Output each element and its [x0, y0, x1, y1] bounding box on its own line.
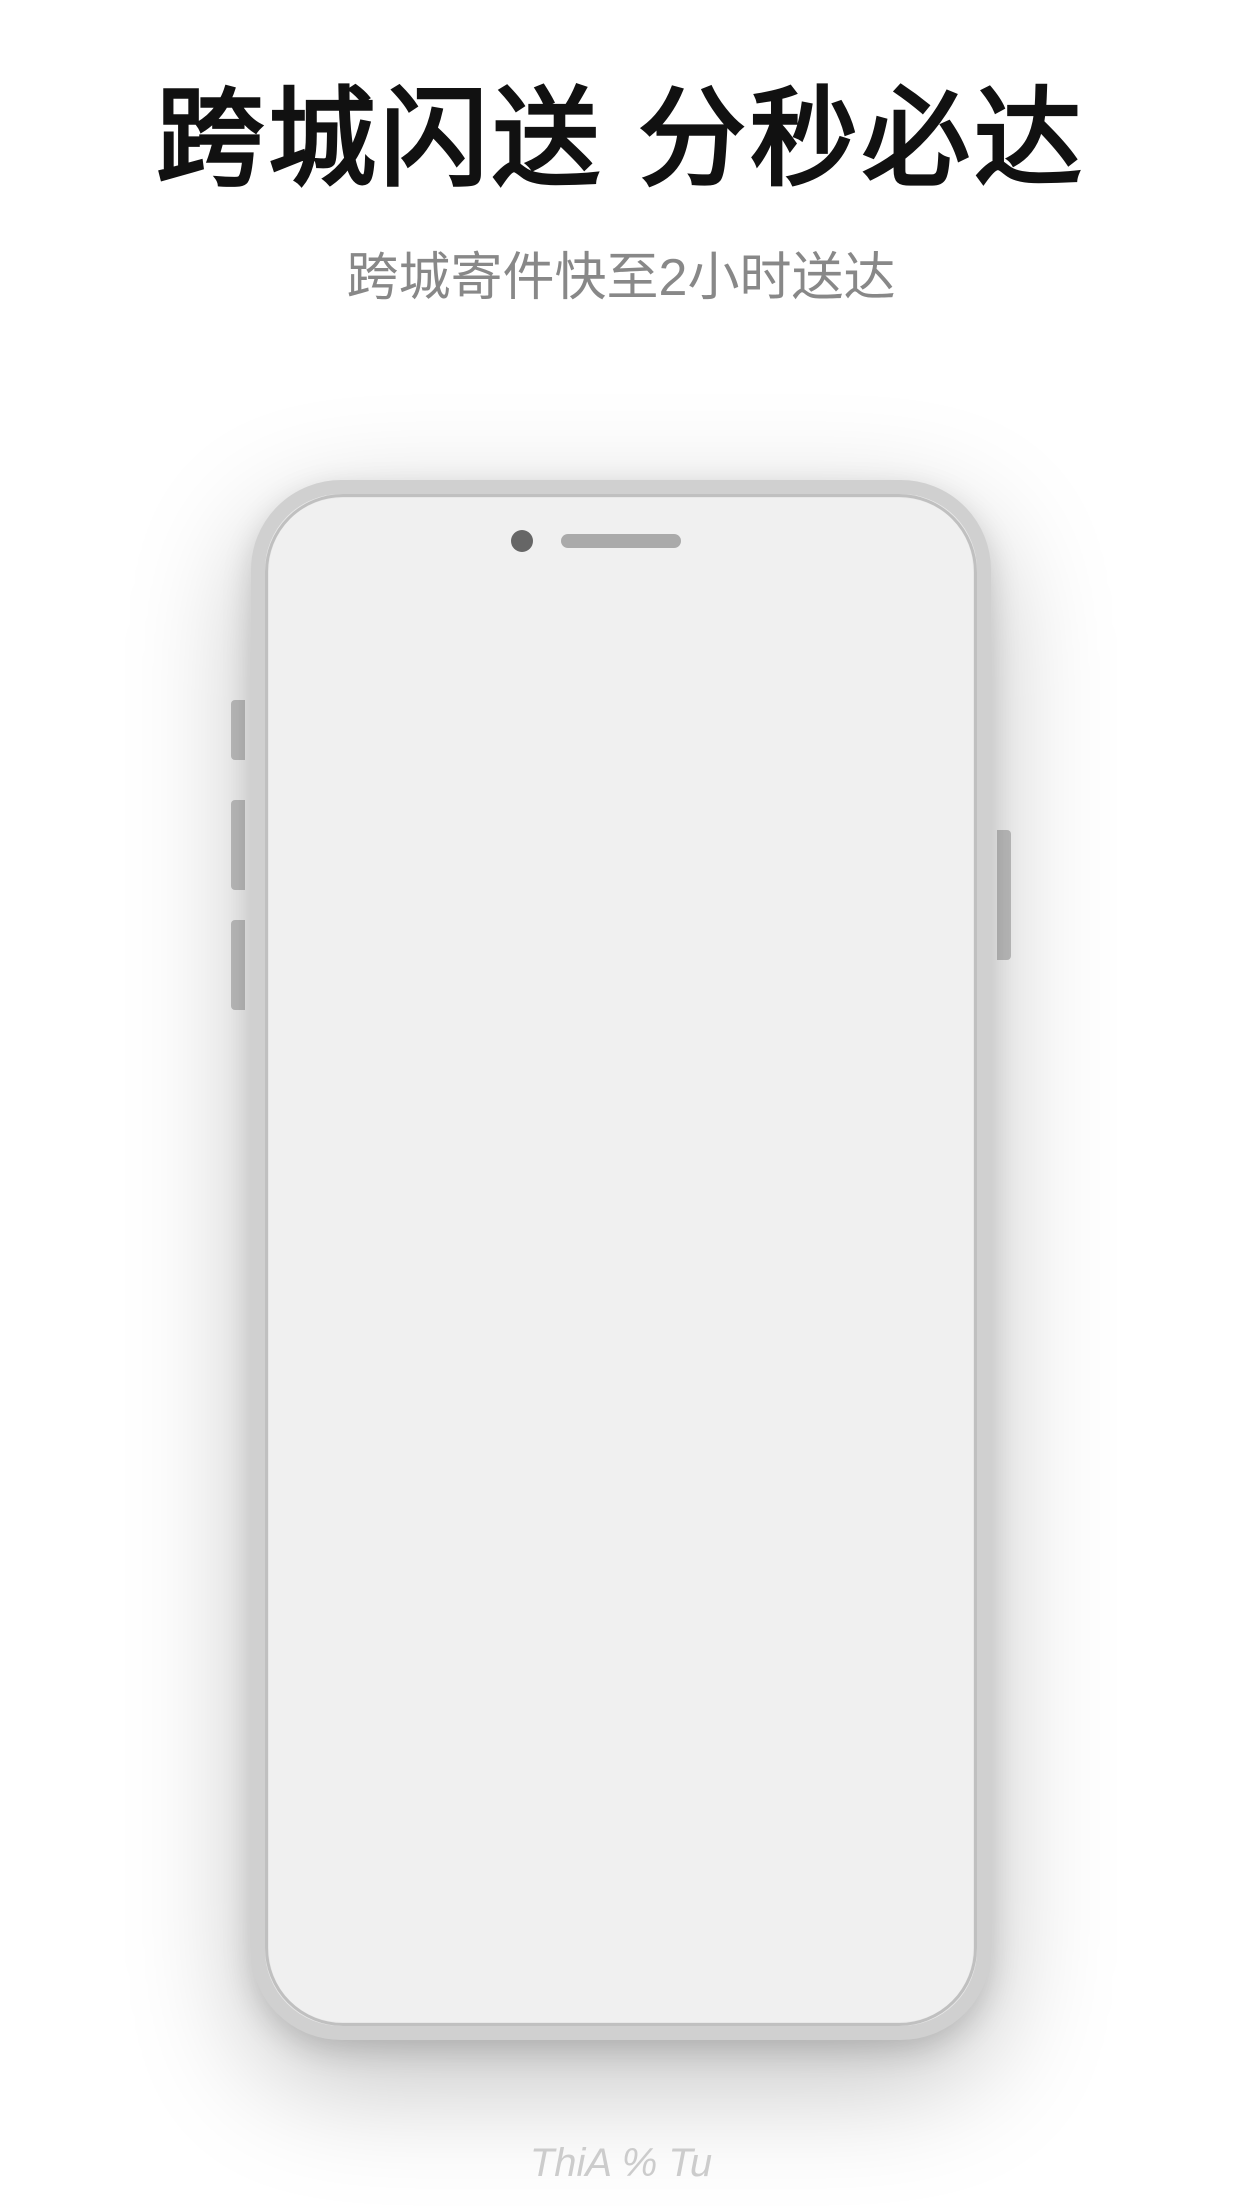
- package-count: 1 件: [686, 1430, 734, 1467]
- contact-icon: [312, 1346, 348, 1382]
- phone-mockup: 中国电信 4G 15:46 ⊕ ➤ ⏰ ✱ 93% ‹ 发布行程: [251, 480, 991, 2040]
- service-tab-bar: 合乘 包车 接机 送机 寄件: [282, 1059, 960, 1139]
- navigation-icon: ➤: [772, 531, 787, 552]
- hero-section: 跨城闪送 分秒必达 跨城寄件快至2小时送达: [0, 80, 1242, 310]
- battery-icon: [885, 530, 936, 552]
- depart-label: 现在出发: [368, 1430, 472, 1467]
- navigation-bar: ‹ 发布行程: [282, 571, 960, 659]
- user-info: 李雷 18899881024: [372, 1508, 631, 1580]
- tab-hecheng[interactable]: 合乘: [282, 1059, 415, 1138]
- status-right: ⊕ ➤ ⏰ ✱ 93%: [751, 530, 936, 552]
- price-bar: 约 20 元: [282, 1809, 960, 1899]
- destination-row[interactable]: 万达广场(漳州店): [282, 1229, 960, 1319]
- locate-button[interactable]: [884, 973, 940, 1029]
- package-col[interactable]: 1 件: [642, 1430, 931, 1467]
- user-avatar-icon: [312, 1524, 352, 1564]
- status-left: 中国电信 4G: [306, 526, 481, 556]
- destination-text[interactable]: 万达广场(漳州店): [368, 1254, 583, 1294]
- confirm-label: 确认发布: [553, 1930, 689, 1979]
- tab-jijian[interactable]: 寄件: [821, 1067, 954, 1130]
- battery-label: 93%: [843, 531, 879, 552]
- svg-text:集美区: 集美区: [720, 839, 787, 864]
- watermark: ThiA % Tu: [0, 2118, 1242, 2208]
- tab-jiefei[interactable]: 接机: [548, 1059, 681, 1138]
- hero-subtitle: 跨城寄件快至2小时送达: [0, 235, 1242, 310]
- tab-songfei[interactable]: 送机: [682, 1059, 815, 1138]
- origin-text[interactable]: 厦门市软件园(前埔东路): [368, 1164, 667, 1204]
- back-button[interactable]: ‹: [302, 594, 314, 636]
- origin-row[interactable]: 厦门市软件园(前埔东路): [282, 1139, 960, 1229]
- bluetooth-icon: ✱: [822, 531, 837, 552]
- depart-package-row: 现在出发 1 件: [282, 1409, 960, 1489]
- driver-message-input[interactable]: 给司机留言(可选): [672, 1526, 931, 1561]
- contact-text[interactable]: 韩梅梅 · 15811582258: [368, 1344, 646, 1384]
- svg-text:同安区: 同安区: [771, 761, 831, 784]
- watermark-text: ThiA % Tu: [530, 2141, 712, 2186]
- depart-col[interactable]: 现在出发: [312, 1430, 601, 1467]
- volume-mute-button: [231, 700, 245, 760]
- confirm-publish-button[interactable]: 确认发布: [282, 1899, 960, 2009]
- package-icon: [642, 1433, 674, 1465]
- price-amount: 20: [590, 1822, 652, 1887]
- tab-baoche[interactable]: 包车: [415, 1059, 548, 1138]
- cross-city-badge: 跨城: [312, 991, 392, 1039]
- front-camera: [511, 530, 533, 552]
- phone-screen: 中国电信 4G 15:46 ⊕ ➤ ⏰ ✱ 93% ‹ 发布行程: [282, 511, 960, 2009]
- map-view[interactable]: S1524 G15 长泰县 同安区 集美区 厦门市 漳州 终 起: [282, 659, 960, 1059]
- user-phone: 18899881024: [372, 1552, 631, 1580]
- svg-text:起: 起: [791, 890, 809, 909]
- message-icon: [672, 1530, 700, 1558]
- svg-text:厦门市: 厦门市: [721, 909, 787, 934]
- price-suffix: 元: [660, 1833, 690, 1877]
- network-type-label: 4G: [453, 529, 481, 553]
- user-name: 李雷: [372, 1508, 631, 1548]
- hero-title: 跨城闪送 分秒必达: [0, 80, 1242, 199]
- volume-down-button: [231, 920, 245, 1010]
- origin-icon: [312, 1166, 348, 1202]
- power-button: [997, 830, 1011, 960]
- alarm-icon: ⏰: [793, 531, 815, 552]
- page-title: 发布行程: [553, 590, 689, 639]
- clock-icon: [312, 1433, 344, 1465]
- user-row: 李雷 18899881024 给司机留言(可选): [282, 1489, 960, 1599]
- booking-form: 厦门市软件园(前埔东路) 万达广场(漳州店) 韩梅梅 · 15811582258…: [282, 1139, 960, 2009]
- svg-text:G15: G15: [653, 780, 680, 796]
- message-placeholder: 给司机留言(可选): [710, 1526, 894, 1561]
- col-divider: [621, 1429, 622, 1469]
- price-prefix: 约: [552, 1833, 582, 1877]
- user-divider: [651, 1524, 652, 1564]
- svg-text:长泰县: 长泰县: [362, 741, 422, 764]
- earpiece-speaker: [561, 534, 681, 548]
- carrier-label: 中国电信: [361, 526, 445, 556]
- signal-strength-icon: [306, 534, 353, 549]
- location-icon: ⊕: [751, 531, 766, 552]
- svg-text:S1524: S1524: [426, 790, 467, 806]
- destination-icon: [312, 1256, 348, 1292]
- svg-text:终: 终: [488, 870, 505, 889]
- contact-row[interactable]: 韩梅梅 · 15811582258: [282, 1319, 960, 1409]
- volume-up-button: [231, 800, 245, 890]
